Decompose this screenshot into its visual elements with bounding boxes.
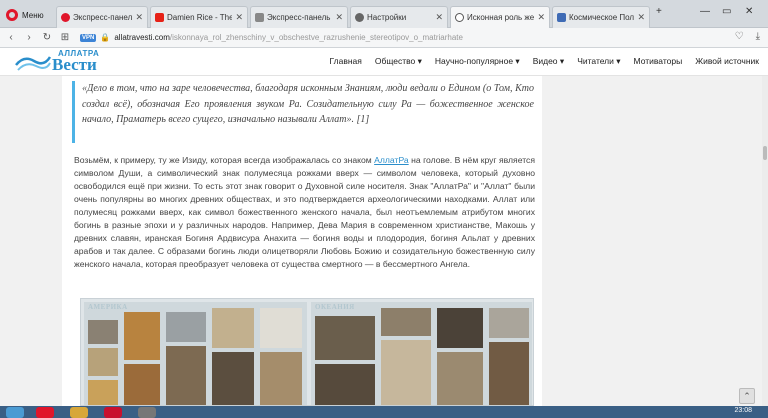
maximize-button[interactable]: ▭	[722, 6, 731, 17]
taskbar-app-icon[interactable]	[104, 407, 122, 418]
globe-favicon-icon	[455, 13, 464, 22]
logo-title: Вести	[52, 55, 97, 74]
os-taskbar: 23:08	[0, 406, 768, 418]
tab-title: Экспресс-панель	[73, 13, 133, 22]
tab-settings[interactable]: Настройки ✕	[350, 6, 448, 28]
browser-menu-button[interactable]: Меню	[2, 5, 52, 25]
close-tab-icon[interactable]: ✕	[637, 12, 645, 23]
tab-express-panel-2[interactable]: Экспресс-панель ✕	[250, 6, 348, 28]
reload-icon[interactable]: ↻	[40, 32, 54, 43]
forward-icon[interactable]: ›	[22, 32, 36, 43]
article-quote: «Дело в том, что на заре человечества, б…	[72, 81, 534, 143]
close-tab-icon[interactable]: ✕	[335, 12, 343, 23]
tab-damien-rice[interactable]: Damien Rice - The Blow ✕	[150, 6, 248, 28]
site-header: АЛЛАТРА Вести Главная Общество ▾ Научно-…	[0, 48, 768, 76]
url-path: /iskonnaya_rol_zhenschiny_v_obschestve_r…	[169, 33, 463, 42]
start-button[interactable]	[6, 407, 24, 418]
tab-title: Настройки	[367, 13, 407, 22]
opera-favicon-icon	[61, 13, 70, 22]
scrollbar-thumb[interactable]	[763, 146, 767, 160]
logo-wave-icon	[15, 56, 52, 71]
page-content: «Дело в том, что на заре человечества, б…	[0, 76, 768, 406]
main-nav: Главная Общество ▾ Научно-популярное ▾ В…	[330, 56, 759, 67]
close-tab-icon[interactable]: ✕	[235, 12, 243, 23]
back-icon[interactable]: ‹	[4, 32, 18, 43]
nav-video[interactable]: Видео ▾	[533, 56, 564, 67]
vpn-badge[interactable]: VPN	[80, 33, 97, 42]
nav-home[interactable]: Главная	[330, 56, 362, 67]
taskbar-folder-icon[interactable]	[70, 407, 88, 418]
gear-icon	[355, 13, 364, 22]
allatra-link[interactable]: АллатРа	[374, 155, 409, 165]
url-field[interactable]: VPN 🔒 allatravesti.com /iskonnaya_rol_zh…	[80, 30, 720, 46]
tab-title: Исконная роль женщ	[467, 13, 535, 22]
taskbar-opera-icon[interactable]	[36, 407, 54, 418]
collage-label-america: АМЕРИКА	[88, 303, 128, 311]
taskbar-clock: 23:08	[734, 407, 752, 414]
tab-express-panel-1[interactable]: Экспресс-панель ✕	[56, 6, 148, 28]
download-icon[interactable]: ⤓	[756, 31, 760, 42]
nav-society[interactable]: Общество ▾	[375, 56, 422, 67]
tab-title: Космическое Полисо	[569, 13, 635, 22]
scroll-to-top-button[interactable]: ⌃	[739, 388, 755, 404]
close-window-button[interactable]: ✕	[745, 6, 753, 17]
new-tab-button[interactable]: +	[656, 6, 662, 17]
browser-menu-label: Меню	[22, 10, 44, 20]
bookmark-heart-icon[interactable]: ♡	[735, 31, 744, 42]
page-scrollbar[interactable]	[762, 76, 768, 406]
lock-icon[interactable]: 🔒	[100, 33, 110, 42]
minimize-button[interactable]: —	[700, 6, 710, 17]
close-tab-icon[interactable]: ✕	[135, 12, 143, 23]
collage-panel-oceania: ОКЕАНИЯ	[311, 302, 532, 405]
vk-favicon-icon	[557, 13, 566, 22]
url-host: allatravesti.com	[114, 33, 170, 42]
site-logo[interactable]: АЛЛАТРА Вести	[14, 49, 104, 75]
close-tab-icon[interactable]: ✕	[537, 12, 545, 23]
nav-science[interactable]: Научно-популярное ▾	[435, 56, 520, 67]
article-body: «Дело в том, что на заре человечества, б…	[62, 76, 542, 406]
nav-live-source[interactable]: Живой источник	[695, 56, 759, 67]
opera-logo-icon	[6, 9, 18, 21]
tab-title: Damien Rice - The Blow	[167, 13, 233, 22]
youtube-favicon-icon	[155, 13, 164, 22]
collage-panel-america: АМЕРИКА	[84, 302, 307, 405]
speed-dial-icon[interactable]: ⊞	[58, 32, 72, 43]
goddess-artifacts-collage: АМЕРИКА ОКЕАНИЯ	[80, 298, 534, 406]
speed-dial-favicon-icon	[255, 13, 264, 22]
address-bar: ‹ › ↻ ⊞ VPN 🔒 allatravesti.com /iskonnay…	[0, 28, 768, 48]
tab-title: Экспресс-панель	[267, 13, 331, 22]
article-paragraph: Возьмём, к примеру, ту же Изиду, которая…	[74, 155, 535, 269]
collage-label-oceania: ОКЕАНИЯ	[315, 303, 355, 311]
nav-readers[interactable]: Читатели ▾	[577, 56, 620, 67]
tab-article-active[interactable]: Исконная роль женщ ✕	[450, 6, 550, 28]
nav-motivators[interactable]: Мотиваторы	[634, 56, 683, 67]
tab-cosmic-polis[interactable]: Космическое Полисо ✕	[552, 6, 650, 28]
close-tab-icon[interactable]: ✕	[435, 12, 443, 23]
taskbar-app-icon[interactable]	[138, 407, 156, 418]
browser-tab-strip: Меню Экспресс-панель ✕ Damien Rice - The…	[0, 0, 768, 28]
